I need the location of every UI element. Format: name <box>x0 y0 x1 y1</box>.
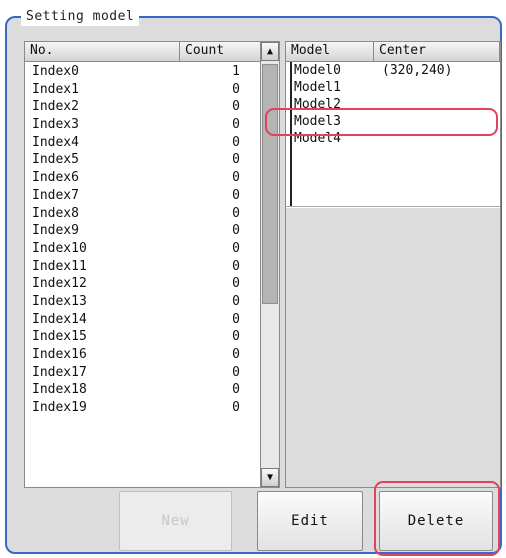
index-name: Index16 <box>32 347 87 362</box>
scroll-thumb[interactable] <box>262 64 278 304</box>
index-name: Index11 <box>32 258 87 274</box>
index-count: 0 <box>232 187 240 203</box>
index-count: 0 <box>232 311 240 327</box>
table-row[interactable]: Index17 0 <box>25 364 261 382</box>
index-count: 0 <box>232 364 240 380</box>
index-name: Index12 <box>32 276 87 292</box>
index-count: 0 <box>232 258 240 274</box>
index-count: 0 <box>232 170 240 186</box>
index-name: Index1 <box>32 81 79 97</box>
table-row[interactable]: Index2 0 <box>25 98 261 116</box>
index-rows: Index0 1 Index1 0 Index2 0 Index3 0 Index4 0 Index… <box>25 63 261 417</box>
index-count: 0 <box>232 276 240 292</box>
table-row[interactable]: Index12 0 <box>25 275 261 293</box>
table-row[interactable]: Index6 0 <box>25 169 261 187</box>
index-name: Index15 <box>32 329 87 345</box>
index-name: Index3 <box>32 117 79 133</box>
group-title: Setting model <box>21 8 140 26</box>
model-name: Model0 <box>294 63 341 78</box>
table-row[interactable]: Index14 0 <box>25 311 261 329</box>
edit-button[interactable]: Edit <box>257 491 363 551</box>
table-row[interactable]: Index13 0 <box>25 293 261 311</box>
index-name: Index13 <box>32 293 87 309</box>
model-row[interactable]: Model1 <box>286 79 500 96</box>
index-name: Index18 <box>32 382 87 398</box>
model-name: Model1 <box>294 80 341 95</box>
model-center <box>374 79 500 96</box>
index-count: 0 <box>232 382 240 398</box>
index-name: Index17 <box>32 364 87 380</box>
index-count: 0 <box>232 223 240 239</box>
index-count: 0 <box>232 99 240 115</box>
model2-highlight <box>265 108 498 136</box>
index-count: 0 <box>232 329 240 345</box>
delete-highlight <box>374 481 500 556</box>
column-header-center[interactable]: Center <box>374 42 500 62</box>
index-list[interactable]: No. Count Index0 1 Index1 0 Index2 0 Index3 0 In… <box>24 41 280 488</box>
column-header-model[interactable]: Model <box>286 42 374 62</box>
scroll-down-icon[interactable]: ▼ <box>261 468 279 487</box>
index-name: Index8 <box>32 205 79 221</box>
scroll-up-icon[interactable]: ▲ <box>261 42 279 61</box>
index-name: Index10 <box>32 240 87 256</box>
table-row[interactable]: Index8 0 <box>25 205 261 223</box>
index-name: Index6 <box>32 170 79 186</box>
index-name: Index9 <box>32 223 79 239</box>
table-row[interactable]: Index1 0 <box>25 81 261 99</box>
index-count: 0 <box>232 293 240 309</box>
index-count: 0 <box>232 400 240 416</box>
index-count: 0 <box>232 117 240 133</box>
index-name: Index19 <box>32 400 87 416</box>
index-count: 0 <box>232 205 240 221</box>
model-center: (320,240) <box>382 63 453 78</box>
column-header-no[interactable]: No. <box>25 42 180 62</box>
model-list-header: Model Center <box>286 42 500 62</box>
table-row[interactable]: Index18 0 <box>25 381 261 399</box>
index-name: Index5 <box>32 152 79 168</box>
table-row[interactable]: Index0 1 <box>25 63 261 81</box>
table-row[interactable]: Index15 0 <box>25 328 261 346</box>
table-row[interactable]: Index9 0 <box>25 222 261 240</box>
index-count: 0 <box>232 240 240 256</box>
table-row[interactable]: Index16 0 <box>25 346 261 364</box>
index-name: Index4 <box>32 134 79 150</box>
index-count: 1 <box>232 64 240 79</box>
table-row[interactable]: Index5 0 <box>25 151 261 169</box>
model-list-empty-area <box>286 208 500 487</box>
model-row[interactable]: Model0 (320,240) <box>286 62 500 79</box>
index-count: 0 <box>232 152 240 168</box>
setting-model-group: Setting model No. Count Index0 1 Index1 0 In… <box>5 8 502 554</box>
index-name: Index0 <box>32 64 79 79</box>
table-row[interactable]: Index10 0 <box>25 240 261 258</box>
table-row[interactable]: Index7 0 <box>25 187 261 205</box>
index-count: 0 <box>232 134 240 150</box>
index-count: 0 <box>232 347 240 362</box>
table-row[interactable]: Index3 0 <box>25 116 261 134</box>
index-count: 0 <box>232 81 240 97</box>
table-row[interactable]: Index11 0 <box>25 258 261 276</box>
table-row[interactable]: Index19 0 <box>25 399 261 417</box>
column-header-count[interactable]: Count <box>180 42 261 62</box>
index-list-header: No. Count <box>25 42 261 62</box>
index-name: Index2 <box>32 99 79 115</box>
new-button[interactable]: New <box>119 491 232 551</box>
index-name: Index14 <box>32 311 87 327</box>
table-row[interactable]: Index4 0 <box>25 134 261 152</box>
index-name: Index7 <box>32 187 79 203</box>
